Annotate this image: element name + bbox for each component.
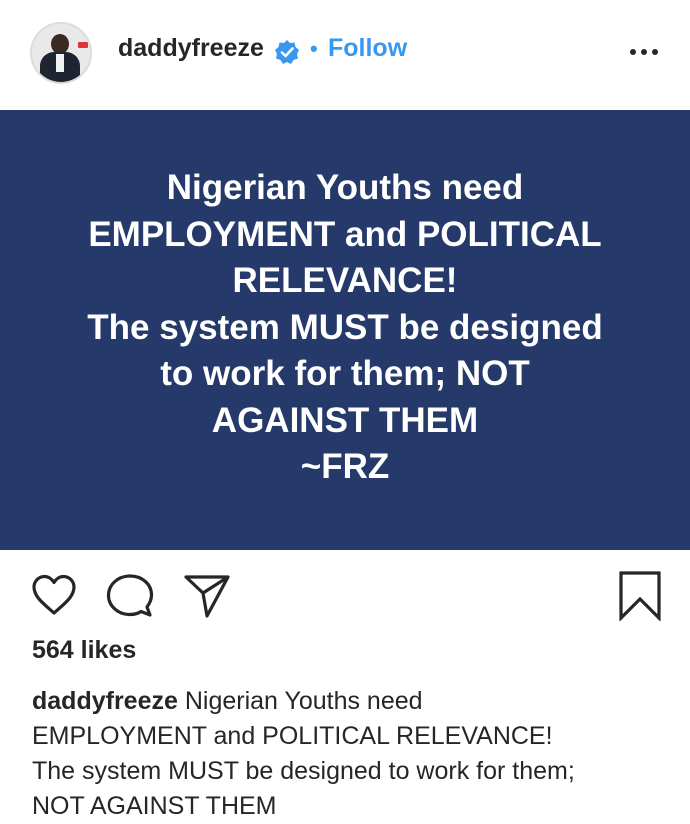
- caption-username[interactable]: daddyfreeze: [32, 687, 178, 715]
- likes-count[interactable]: 564 likes: [32, 636, 136, 665]
- comment-icon[interactable]: [106, 573, 154, 619]
- username[interactable]: daddyfreeze: [118, 34, 264, 63]
- verified-badge-icon: [275, 40, 299, 64]
- post-image-text: Nigerian Youths need EMPLOYMENT and POLI…: [87, 168, 603, 487]
- avatar[interactable]: [30, 22, 92, 84]
- separator-dot: •: [310, 36, 318, 61]
- caption: daddyfreeze Nigerian Youths need EMPLOYM…: [32, 684, 672, 824]
- more-options-icon[interactable]: [628, 46, 660, 58]
- post-image[interactable]: Nigerian Youths need EMPLOYMENT and POLI…: [0, 110, 690, 550]
- action-bar: [0, 560, 690, 630]
- share-icon[interactable]: [183, 573, 231, 619]
- follow-button[interactable]: Follow: [328, 34, 407, 63]
- post-header: daddyfreeze • Follow: [0, 0, 690, 110]
- bookmark-icon[interactable]: [618, 571, 662, 621]
- avatar-shirt: [56, 54, 64, 72]
- avatar-head: [51, 34, 69, 54]
- heart-icon[interactable]: [30, 573, 78, 617]
- avatar-logo: [78, 42, 88, 48]
